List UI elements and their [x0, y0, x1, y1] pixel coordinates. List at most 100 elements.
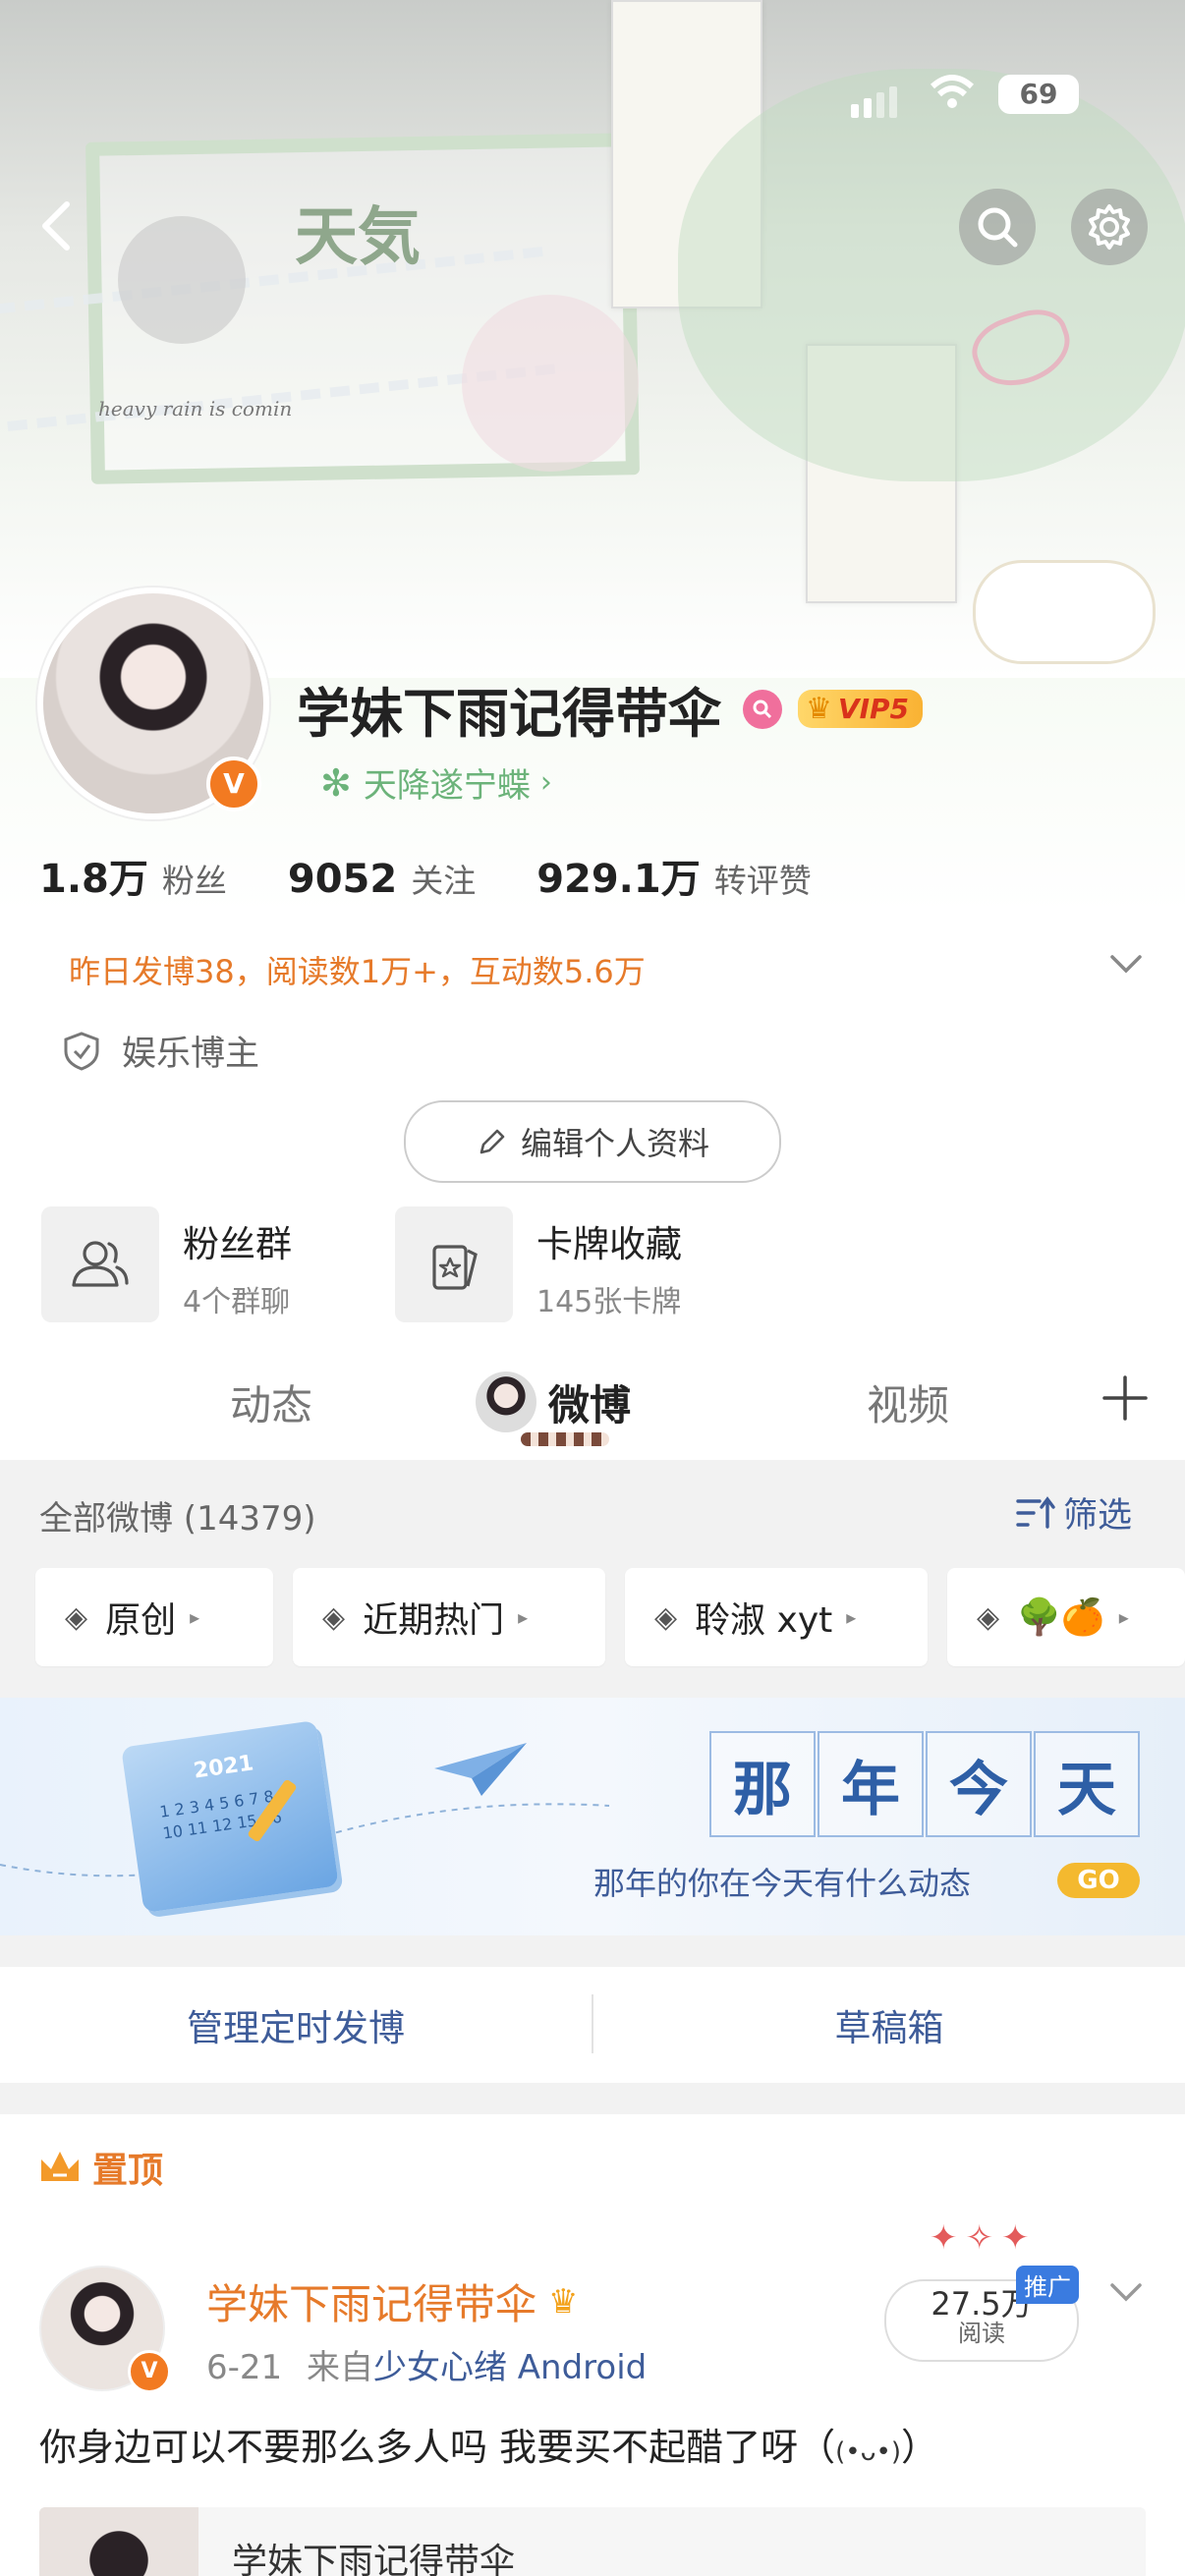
post-text-end: ） — [900, 2426, 938, 2469]
vip-badge[interactable]: ♛ VIP5 — [798, 690, 923, 728]
search-button[interactable] — [959, 189, 1036, 265]
plus-icon — [1102, 1375, 1148, 1421]
post-date: 6-21 — [206, 2348, 283, 2387]
followers-count[interactable]: 1.8万 — [39, 847, 148, 904]
caret-right-icon: ▸ — [1118, 1605, 1129, 1629]
interactions-count[interactable]: 929.1万 — [536, 847, 701, 904]
filter-chip-xyt[interactable]: ◈ 聆淑 xyt ▸ — [625, 1568, 928, 1666]
on-this-day-banner[interactable]: 2021 1 2 3 4 5 6 7 8 9 10 11 12 15 16 那 … — [0, 1698, 1185, 1935]
layers-icon: ◈ — [65, 1599, 88, 1635]
post-meta: 6-21 来自少女心绪 Android — [206, 2340, 647, 2388]
pinned-label-row: 置顶 — [37, 2142, 163, 2193]
group-label: 天降遂宁蝶 — [363, 766, 531, 806]
layers-icon: ◈ — [654, 1599, 678, 1635]
cover-record — [118, 216, 246, 344]
post-source-prefix: 来自 — [306, 2348, 373, 2387]
caret-right-icon: ▸ — [190, 1605, 200, 1629]
filter-chip-emoji[interactable]: ◈ 🌳🍊 ▸ — [947, 1568, 1185, 1666]
caret-right-icon: ▸ — [518, 1605, 529, 1629]
post-menu-button[interactable] — [1106, 2277, 1146, 2311]
banner-title: 那 年 今 天 — [709, 1731, 1140, 1837]
role-tag[interactable]: 娱乐博主 — [61, 1026, 259, 1076]
vip-crown-icon: ♛ — [548, 2281, 579, 2322]
profile-name-row: 学妹下雨记得带伞 ♛ VIP5 — [297, 670, 923, 748]
fan-group-icon-box[interactable] — [41, 1206, 159, 1322]
banner-char: 天 — [1034, 1731, 1140, 1837]
pencil-icon — [480, 1129, 505, 1154]
chevron-right-icon: › — [539, 765, 552, 800]
cover-title: 天気 — [295, 200, 421, 274]
post-source-link[interactable]: 少女心绪 — [373, 2348, 507, 2387]
banner-char: 年 — [818, 1731, 924, 1837]
clover-icon: ✻ — [320, 760, 352, 805]
post-author-name[interactable]: 学妹下雨记得带伞 — [206, 2271, 536, 2331]
filter-chip-label: 近期热门 — [363, 1600, 505, 1641]
banner-subtitle: 那年的你在今天有什么动态 — [593, 1865, 972, 1902]
post-count: 全部微博 (14379) — [39, 1499, 316, 1539]
post-device[interactable]: Android — [518, 2348, 647, 2387]
emoji-face-icon: (•ᴗ•) — [835, 2437, 901, 2467]
filter-chip-hot[interactable]: ◈ 近期热门 ▸ — [293, 1568, 605, 1666]
tab-video[interactable]: 视频 — [867, 1372, 949, 1432]
caret-right-icon: ▸ — [846, 1605, 857, 1629]
post-verified-badge: V — [128, 2350, 171, 2393]
promote-badge[interactable]: 推广 — [1016, 2266, 1079, 2304]
tab-dynamics[interactable]: 动态 — [230, 1372, 312, 1432]
settings-button[interactable] — [1071, 189, 1148, 265]
edit-profile-button[interactable]: 编辑个人资料 — [404, 1100, 781, 1183]
quoted-post[interactable]: 学妹下雨记得带伞 — [39, 2507, 1146, 2576]
edit-profile-label: 编辑个人资料 — [520, 1125, 709, 1162]
tab-active-indicator — [521, 1432, 609, 1446]
card-icon — [432, 1245, 478, 1290]
card-collection-title[interactable]: 卡牌收藏 — [536, 1214, 682, 1267]
shield-icon — [64, 1031, 99, 1071]
banner-char: 那 — [709, 1731, 816, 1837]
following-count[interactable]: 9052 — [288, 857, 397, 902]
filter-button[interactable]: 筛选 — [1014, 1487, 1132, 1538]
expand-button[interactable] — [1106, 949, 1146, 982]
gear-icon — [1089, 204, 1130, 250]
card-collection-icon-box[interactable] — [395, 1206, 513, 1322]
tab-weibo-avatar-icon — [476, 1372, 536, 1432]
filter-chip-label: 原创 — [105, 1600, 177, 1641]
post-text-body: 你身边可以不要那么多人吗 我要买不起醋了呀（ — [39, 2426, 836, 2469]
signal-icon — [851, 86, 902, 118]
activity-summary[interactable]: 昨日发博38，阅读数1万+，互动数5.6万 — [69, 947, 646, 992]
filter-icon — [1016, 1495, 1055, 1529]
calendar-year: 2021 — [192, 1751, 255, 1784]
vip-label: VIP5 — [837, 693, 909, 725]
cover-glow — [678, 69, 1185, 481]
badge-icon[interactable] — [743, 689, 782, 729]
banner-char: 今 — [926, 1731, 1032, 1837]
add-tab-button[interactable] — [1099, 1372, 1152, 1428]
paper-plane-icon — [434, 1743, 527, 1796]
chevron-down-icon — [1110, 955, 1142, 974]
back-button[interactable] — [29, 196, 88, 255]
interactions-label[interactable]: 转评赞 — [714, 855, 812, 902]
role-tag-label: 娱乐博主 — [122, 1035, 260, 1074]
profile-name: 学妹下雨记得带伞 — [297, 683, 721, 745]
crown-icon: ♛ — [806, 692, 832, 726]
chevron-down-icon — [1110, 2283, 1142, 2302]
quoted-name: 学妹下雨记得带伞 — [232, 2542, 516, 2576]
pinned-label: 置顶 — [92, 2151, 164, 2191]
layers-icon: ◈ — [322, 1599, 346, 1635]
tab-weibo[interactable]: 微博 — [548, 1372, 631, 1432]
cover-snowglobe — [462, 295, 639, 472]
fan-group-title[interactable]: 粉丝群 — [183, 1214, 292, 1267]
filter-chip-label: 聆淑 xyt — [695, 1600, 833, 1641]
layers-icon: ◈ — [977, 1599, 1000, 1635]
card-collection-sub: 145张卡牌 — [536, 1285, 682, 1319]
filter-chip-original[interactable]: ◈ 原创 ▸ — [35, 1568, 273, 1666]
scheduled-posts-button[interactable]: 管理定时发博 — [0, 1967, 592, 2083]
banner-go-button[interactable]: GO — [1057, 1863, 1140, 1898]
group-icon — [72, 1241, 129, 1287]
drafts-button[interactable]: 草稿箱 — [593, 1967, 1185, 2083]
group-link[interactable]: ✻ 天降遂宁蝶 › — [320, 758, 552, 807]
back-icon — [42, 201, 70, 251]
post-text: 你身边可以不要那么多人吗 我要买不起醋了呀（(•ᴗ•)） — [39, 2417, 938, 2471]
followers-label[interactable]: 粉丝 — [162, 855, 227, 902]
sparkle-decoration: ✦✧✦ — [930, 2218, 1038, 2258]
verified-badge: V — [206, 756, 261, 812]
following-label[interactable]: 关注 — [411, 855, 476, 902]
